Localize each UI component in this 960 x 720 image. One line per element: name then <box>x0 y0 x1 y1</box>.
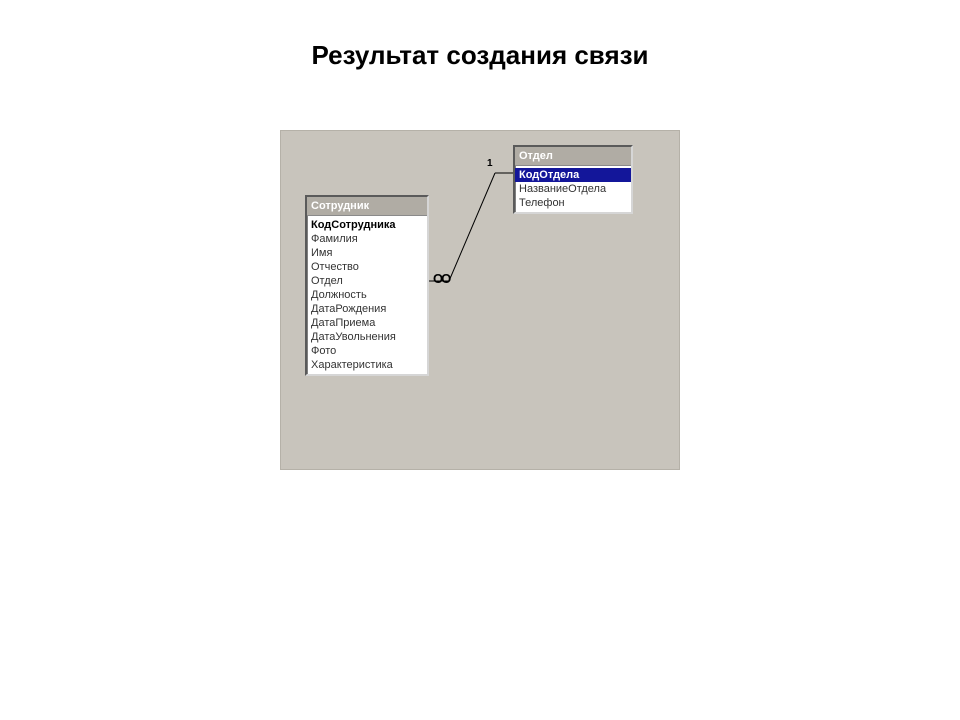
field-kharakteristika[interactable]: Характеристика <box>307 358 427 372</box>
table-employee-fields: КодСотрудника Фамилия Имя Отчество Отдел… <box>307 216 427 374</box>
field-telefon[interactable]: Телефон <box>515 196 631 210</box>
table-department[interactable]: Отдел КодОтдела НазваниеОтдела Телефон <box>513 145 633 214</box>
field-imya[interactable]: Имя <box>307 246 427 260</box>
field-otchestvo[interactable]: Отчество <box>307 260 427 274</box>
field-kodotdela[interactable]: КодОтдела <box>515 168 631 182</box>
table-employee-header[interactable]: Сотрудник <box>307 197 427 216</box>
cardinality-one: 1 <box>487 158 493 169</box>
table-department-header[interactable]: Отдел <box>515 147 631 166</box>
field-foto[interactable]: Фото <box>307 344 427 358</box>
field-nazvanieotdela[interactable]: НазваниеОтдела <box>515 182 631 196</box>
table-department-fields: КодОтдела НазваниеОтдела Телефон <box>515 166 631 212</box>
field-familia[interactable]: Фамилия <box>307 232 427 246</box>
cardinality-many: OO <box>433 271 449 286</box>
field-otdel[interactable]: Отдел <box>307 274 427 288</box>
relationships-canvas: Сотрудник КодСотрудника Фамилия Имя Отче… <box>280 130 680 470</box>
field-dolzhnost[interactable]: Должность <box>307 288 427 302</box>
page-title: Результат создания связи <box>0 40 960 71</box>
table-employee[interactable]: Сотрудник КодСотрудника Фамилия Имя Отче… <box>305 195 429 376</box>
field-datarozhdeniya[interactable]: ДатаРождения <box>307 302 427 316</box>
field-kodsotrudnika[interactable]: КодСотрудника <box>307 218 427 232</box>
field-datapriema[interactable]: ДатаПриема <box>307 316 427 330</box>
field-datauvolneniya[interactable]: ДатаУвольнения <box>307 330 427 344</box>
